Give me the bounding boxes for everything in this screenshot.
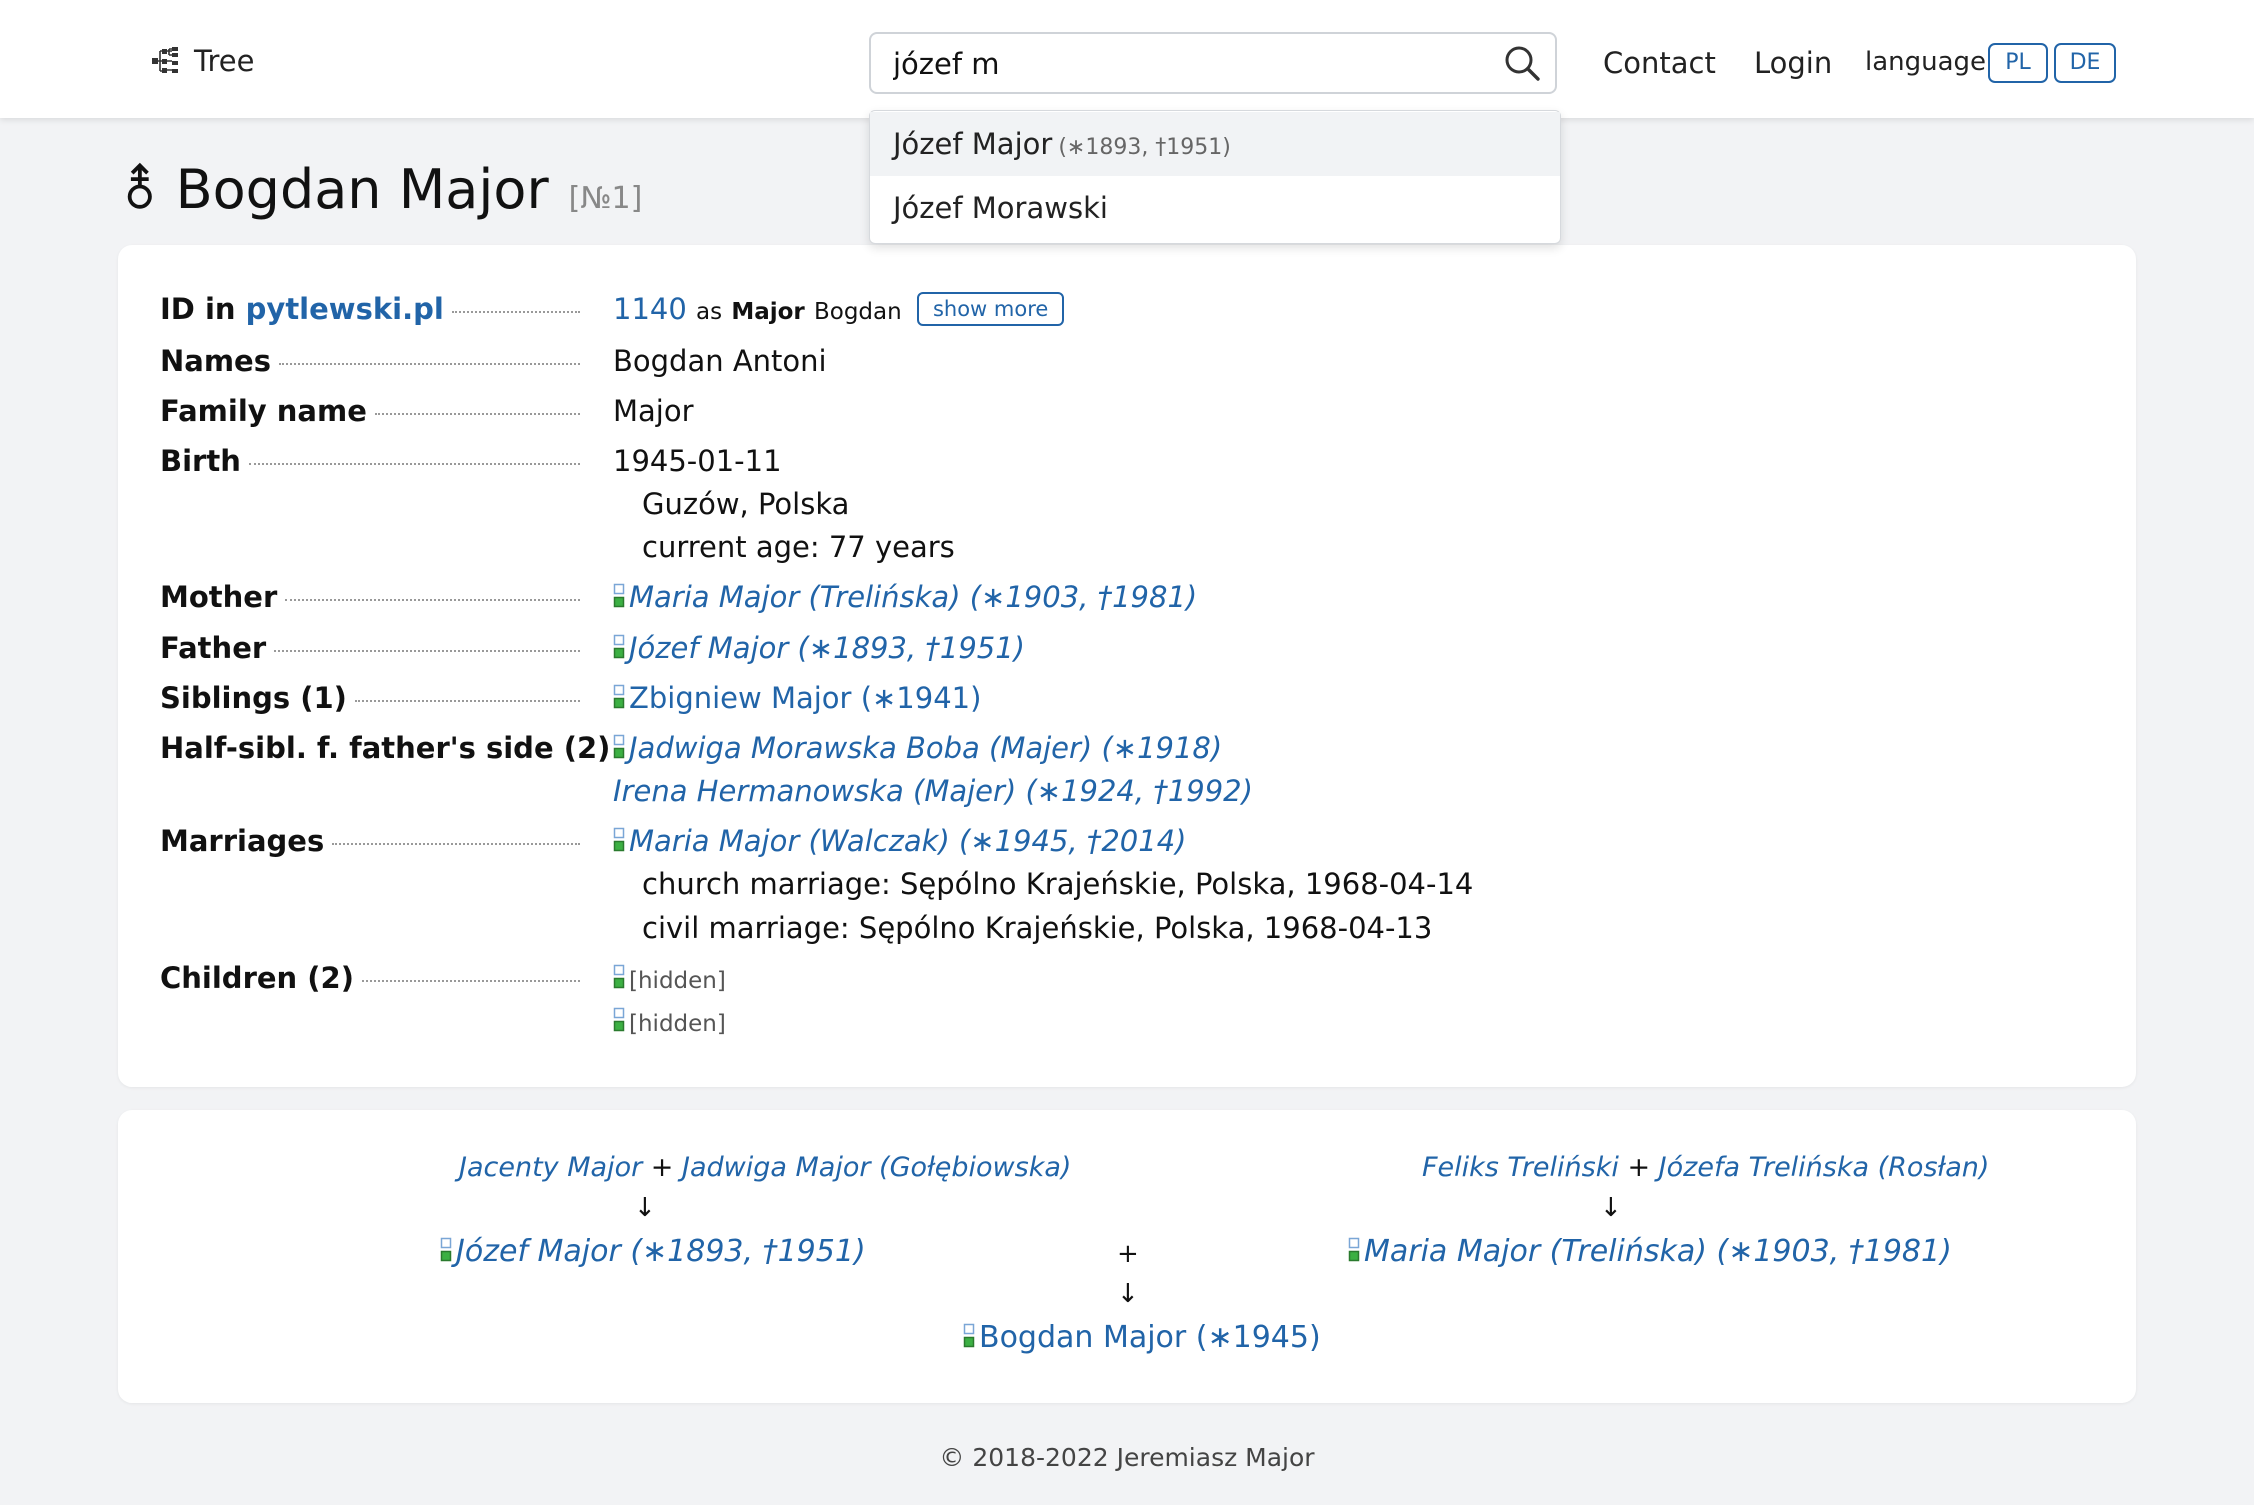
tree-self-link[interactable]: Bogdan Major (∗1945) (979, 1320, 1321, 1355)
login-link[interactable]: Login (1754, 46, 1832, 80)
person-tree-icon[interactable] (963, 1322, 975, 1357)
birth-label: Birth (160, 444, 580, 478)
search-input[interactable] (891, 42, 1485, 86)
person-tree-icon[interactable] (613, 1006, 625, 1040)
person-number: [№1] (568, 181, 643, 216)
father-link[interactable]: Józef Major (∗1893, †1951) (629, 631, 1025, 665)
maternal-grandfather-link[interactable]: Feliks Treliński (1422, 1152, 1619, 1183)
source-site-link[interactable]: pytlewski.pl (246, 292, 444, 326)
gender-icon: ⚨ (118, 161, 162, 221)
given-name: Bogdan (175, 158, 382, 221)
plus-sign: + (1117, 1239, 1139, 1269)
top-navbar: Tree Contact Login language: PL DE (0, 0, 2254, 118)
suggestion-item[interactable]: Józef Morawski (870, 176, 1560, 240)
person-tree-icon[interactable] (613, 633, 625, 667)
family-name-value: Major (613, 394, 694, 428)
search-box (869, 32, 1557, 94)
person-tree-icon[interactable] (613, 733, 625, 767)
hidden-child: [hidden] (629, 968, 726, 994)
tree-father-link[interactable]: Józef Major (∗1893, †1951) (456, 1234, 866, 1269)
mother-label: Mother (160, 580, 580, 614)
source-id-link[interactable]: 1140 (613, 292, 687, 326)
id-label: ID in pytlewski.pl (160, 292, 580, 326)
names-label: Names (160, 344, 580, 378)
language-de-button[interactable]: DE (2054, 43, 2116, 83)
civil-marriage: civil marriage: Sępólno Krajeńskie, Pols… (642, 911, 1433, 945)
siblings-label: Siblings (1) (160, 681, 580, 715)
suggestion-dates: (∗1893, †1951) (1058, 135, 1231, 160)
church-marriage: church marriage: Sępólno Krajeńskie, Pol… (642, 867, 1474, 901)
id-value: 1140 as Major Bogdan show more (613, 292, 1065, 326)
birth-age: current age: 77 years (642, 530, 955, 564)
father-label: Father (160, 631, 580, 665)
children-label: Children (2) (160, 961, 580, 995)
suggestion-item[interactable]: Józef Major (∗1893, †1951) (870, 112, 1560, 176)
person-tree-icon[interactable] (613, 826, 625, 860)
down-arrow-icon: ↓ (1600, 1193, 1622, 1223)
paternal-grandmother-link[interactable]: Jadwiga Major (Gołębiowska) (682, 1152, 1071, 1183)
person-tree-icon[interactable] (613, 963, 625, 997)
half-siblings-label: Half-sibl. f. father's side (2) (160, 731, 611, 765)
person-tree-icon[interactable] (613, 683, 625, 717)
down-arrow-icon: ↓ (1117, 1279, 1139, 1309)
person-tree-icon[interactable] (613, 582, 625, 616)
half-sibling-link[interactable]: Jadwiga Morawska Boba (Majer) (∗1918) (629, 731, 1222, 765)
tree-label: Tree (194, 44, 255, 78)
page-title: ⚨ Bogdan Major [№1] (118, 158, 642, 221)
tree-link[interactable]: Tree (150, 44, 254, 78)
family-name-label: Family name (160, 394, 580, 428)
spouse-link[interactable]: Maria Major (Walczak) (∗1945, †2014) (629, 824, 1186, 858)
birth-place: Guzów, Polska (642, 487, 850, 521)
search-suggestions: Józef Major (∗1893, †1951) Józef Morawski (869, 110, 1561, 244)
language-label: language: (1865, 47, 1995, 77)
family-name: Major (398, 158, 549, 221)
show-more-button[interactable]: show more (916, 292, 1065, 326)
mother-link[interactable]: Maria Major (Trelińska) (∗1903, †1981) (629, 580, 1197, 614)
contact-link[interactable]: Contact (1603, 46, 1716, 80)
maternal-grandmother-link[interactable]: Józefa Trelińska (Rosłan) (1659, 1152, 1990, 1183)
sibling-link[interactable]: Zbigniew Major (∗1941) (629, 681, 981, 715)
footer-copyright: © 2018-2022 Jeremiasz Major (939, 1443, 1315, 1472)
marriages-label: Marriages (160, 824, 580, 858)
person-tree-icon[interactable] (1348, 1236, 1360, 1271)
tree-icon (150, 47, 180, 75)
down-arrow-icon: ↓ (634, 1193, 656, 1223)
suggestion-name: Józef Morawski (893, 191, 1108, 225)
half-sibling-link[interactable]: Irena Hermanowska (Majer) (∗1924, †1992) (613, 774, 1253, 808)
language-pl-button[interactable]: PL (1988, 43, 2048, 83)
search-icon[interactable] (1503, 44, 1541, 86)
person-tree-icon[interactable] (440, 1236, 452, 1271)
names-value: Bogdan Antoni (613, 344, 827, 378)
tree-mother-link[interactable]: Maria Major (Trelińska) (∗1903, †1981) (1364, 1234, 1952, 1269)
suggestion-name: Józef Major (893, 127, 1053, 161)
birth-date: 1945-01-11 (613, 444, 782, 478)
paternal-grandfather-link[interactable]: Jacenty Major (459, 1152, 642, 1183)
hidden-child: [hidden] (629, 1011, 726, 1037)
